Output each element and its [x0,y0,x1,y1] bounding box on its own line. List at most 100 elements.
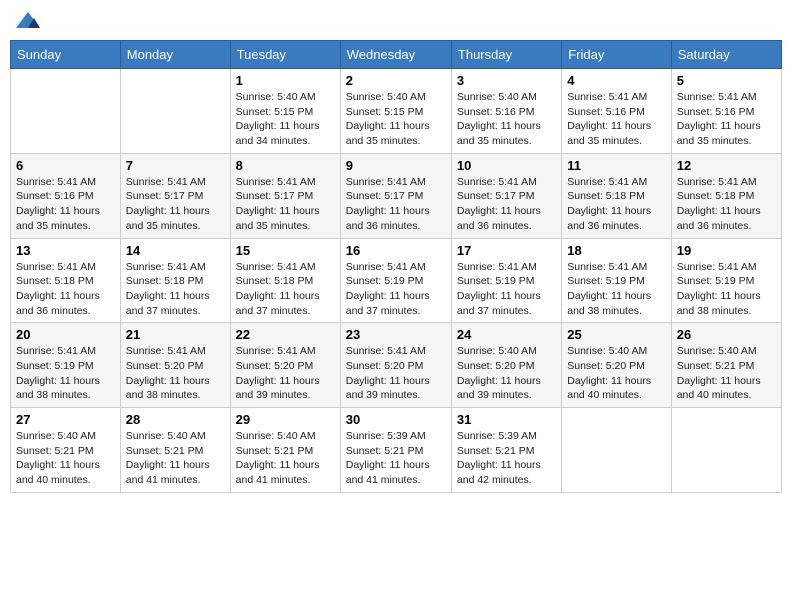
calendar-cell: 13Sunrise: 5:41 AMSunset: 5:18 PMDayligh… [11,238,121,323]
day-info: Sunrise: 5:40 AMSunset: 5:21 PMDaylight:… [16,429,115,488]
sunrise: Sunrise: 5:41 AM [677,260,776,275]
sunrise: Sunrise: 5:41 AM [346,344,446,359]
sunset: Sunset: 5:20 PM [567,359,665,374]
sunrise: Sunrise: 5:41 AM [236,175,335,190]
daylight: Daylight: 11 hours and 40 minutes. [16,458,115,487]
day-info: Sunrise: 5:41 AMSunset: 5:17 PMDaylight:… [346,175,446,234]
day-info: Sunrise: 5:40 AMSunset: 5:20 PMDaylight:… [457,344,556,403]
daylight: Daylight: 11 hours and 36 minutes. [567,204,665,233]
page-header [10,10,782,32]
day-info: Sunrise: 5:41 AMSunset: 5:19 PMDaylight:… [567,260,665,319]
calendar-cell [671,408,781,493]
calendar-cell: 31Sunrise: 5:39 AMSunset: 5:21 PMDayligh… [451,408,561,493]
logo [14,10,44,32]
sunrise: Sunrise: 5:41 AM [567,175,665,190]
day-number: 22 [236,327,335,342]
sunset: Sunset: 5:21 PM [126,444,225,459]
daylight: Daylight: 11 hours and 38 minutes. [126,374,225,403]
daylight: Daylight: 11 hours and 35 minutes. [677,119,776,148]
sunrise: Sunrise: 5:41 AM [346,175,446,190]
calendar-cell: 4Sunrise: 5:41 AMSunset: 5:16 PMDaylight… [562,69,671,154]
day-info: Sunrise: 5:39 AMSunset: 5:21 PMDaylight:… [457,429,556,488]
day-info: Sunrise: 5:41 AMSunset: 5:18 PMDaylight:… [126,260,225,319]
sunset: Sunset: 5:16 PM [677,105,776,120]
day-number: 12 [677,158,776,173]
calendar-cell: 1Sunrise: 5:40 AMSunset: 5:15 PMDaylight… [230,69,340,154]
weekday-header-thursday: Thursday [451,41,561,69]
calendar-cell: 7Sunrise: 5:41 AMSunset: 5:17 PMDaylight… [120,153,230,238]
sunrise: Sunrise: 5:40 AM [16,429,115,444]
day-number: 8 [236,158,335,173]
sunset: Sunset: 5:15 PM [346,105,446,120]
sunrise: Sunrise: 5:41 AM [567,90,665,105]
daylight: Daylight: 11 hours and 41 minutes. [346,458,446,487]
calendar-cell: 12Sunrise: 5:41 AMSunset: 5:18 PMDayligh… [671,153,781,238]
calendar-cell [120,69,230,154]
daylight: Daylight: 11 hours and 39 minutes. [346,374,446,403]
day-info: Sunrise: 5:41 AMSunset: 5:16 PMDaylight:… [567,90,665,149]
sunrise: Sunrise: 5:40 AM [677,344,776,359]
logo-icon [14,10,42,32]
day-info: Sunrise: 5:41 AMSunset: 5:20 PMDaylight:… [126,344,225,403]
day-info: Sunrise: 5:40 AMSunset: 5:21 PMDaylight:… [677,344,776,403]
sunset: Sunset: 5:20 PM [346,359,446,374]
sunset: Sunset: 5:20 PM [457,359,556,374]
calendar-cell: 28Sunrise: 5:40 AMSunset: 5:21 PMDayligh… [120,408,230,493]
sunrise: Sunrise: 5:41 AM [126,260,225,275]
calendar-cell [11,69,121,154]
day-number: 19 [677,243,776,258]
sunset: Sunset: 5:21 PM [236,444,335,459]
weekday-header-wednesday: Wednesday [340,41,451,69]
calendar: SundayMondayTuesdayWednesdayThursdayFrid… [10,40,782,493]
daylight: Daylight: 11 hours and 35 minutes. [16,204,115,233]
daylight: Daylight: 11 hours and 39 minutes. [457,374,556,403]
calendar-cell: 17Sunrise: 5:41 AMSunset: 5:19 PMDayligh… [451,238,561,323]
sunrise: Sunrise: 5:40 AM [457,90,556,105]
day-number: 28 [126,412,225,427]
sunset: Sunset: 5:19 PM [16,359,115,374]
sunrise: Sunrise: 5:40 AM [236,429,335,444]
calendar-cell: 5Sunrise: 5:41 AMSunset: 5:16 PMDaylight… [671,69,781,154]
sunset: Sunset: 5:21 PM [457,444,556,459]
day-number: 3 [457,73,556,88]
calendar-cell: 6Sunrise: 5:41 AMSunset: 5:16 PMDaylight… [11,153,121,238]
day-info: Sunrise: 5:41 AMSunset: 5:18 PMDaylight:… [16,260,115,319]
weekday-header-tuesday: Tuesday [230,41,340,69]
daylight: Daylight: 11 hours and 34 minutes. [236,119,335,148]
day-number: 30 [346,412,446,427]
calendar-cell: 20Sunrise: 5:41 AMSunset: 5:19 PMDayligh… [11,323,121,408]
day-number: 26 [677,327,776,342]
calendar-cell: 24Sunrise: 5:40 AMSunset: 5:20 PMDayligh… [451,323,561,408]
day-number: 6 [16,158,115,173]
calendar-cell: 3 Sunrise: 5:40 AMSunset: 5:16 PMDaylight… [451,69,561,154]
sunset: Sunset: 5:19 PM [457,274,556,289]
calendar-cell: 30 Sunrise: 5:39 AMSunset: 5:21 PMDayligh… [340,408,451,493]
daylight: Daylight: 11 hours and 36 minutes. [677,204,776,233]
daylight: Daylight: 11 hours and 40 minutes. [677,374,776,403]
daylight: Daylight: 11 hours and 41 minutes. [126,458,225,487]
day-number: 10 [457,158,556,173]
sunrise: Sunrise: 5:40 AM [567,344,665,359]
day-info: Sunrise: 5:40 AMSunset: 5:15 PMDaylight:… [236,90,335,149]
sunrise: Sunrise: 5:41 AM [457,175,556,190]
calendar-cell: 9Sunrise: 5:41 AMSunset: 5:17 PMDaylight… [340,153,451,238]
day-info: Sunrise: 5:40 AMSunset: 5:16 PMDaylight:… [457,90,556,149]
sunrise: Sunrise: 5:41 AM [457,260,556,275]
sunset: Sunset: 5:20 PM [236,359,335,374]
calendar-cell: 2Sunrise: 5:40 AMSunset: 5:15 PMDaylight… [340,69,451,154]
calendar-cell: 25Sunrise: 5:40 AMSunset: 5:20 PMDayligh… [562,323,671,408]
sunrise: Sunrise: 5:41 AM [346,260,446,275]
daylight: Daylight: 11 hours and 37 minutes. [346,289,446,318]
day-info: Sunrise: 5:39 AMSunset: 5:21 PMDaylight:… [346,429,446,488]
calendar-cell: 11Sunrise: 5:41 AMSunset: 5:18 PMDayligh… [562,153,671,238]
calendar-cell: 22 Sunrise: 5:41 AMSunset: 5:20 PMDayligh… [230,323,340,408]
day-info: Sunrise: 5:41 AMSunset: 5:20 PMDaylight:… [236,344,335,403]
day-number: 15 [236,243,335,258]
sunrise: Sunrise: 5:40 AM [236,90,335,105]
calendar-cell: 8Sunrise: 5:41 AMSunset: 5:17 PMDaylight… [230,153,340,238]
day-number: 7 [126,158,225,173]
sunrise: Sunrise: 5:41 AM [126,344,225,359]
sunset: Sunset: 5:21 PM [677,359,776,374]
sunset: Sunset: 5:18 PM [16,274,115,289]
daylight: Daylight: 11 hours and 36 minutes. [457,204,556,233]
